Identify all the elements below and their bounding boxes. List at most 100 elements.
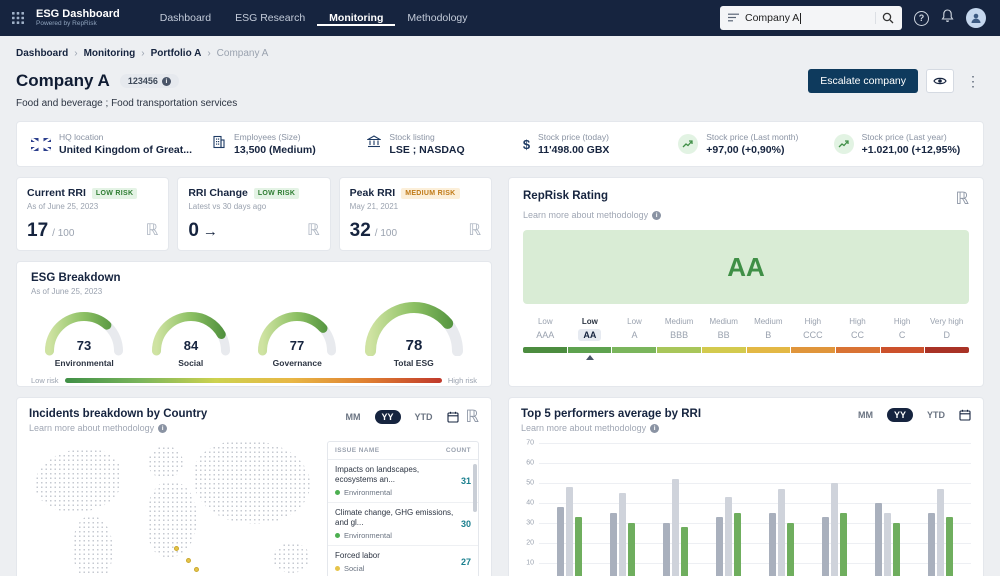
bar-series-1 [557,507,564,576]
top-navigation-bar: ESG Dashboard Powered by RepRisk Dashboa… [0,0,1000,36]
toggle-yy[interactable]: YY [887,408,913,422]
info-icon[interactable]: i [162,77,171,86]
rating-card-title: RepRisk Rating [523,190,608,202]
map-continent-north-america [35,449,122,512]
bar-group [769,489,794,576]
learn-more-link[interactable]: Learn more about methodologyi [29,423,207,433]
rating-scale-col-ccc[interactable]: HighCCC [791,317,836,340]
rating-scale-col-bb[interactable]: MediumBB [701,317,746,340]
kpi-subtitle: Latest vs 30 days ago [188,202,319,211]
rating-scale-col-c[interactable]: HighC [880,317,925,340]
search-icon[interactable] [875,12,894,24]
rating-risk-label: Low [612,317,657,326]
rating-risk-label: Medium [701,317,746,326]
learn-more-link[interactable]: Learn more about methodologyi [523,210,969,220]
toggle-mm[interactable]: MM [339,410,368,424]
kpi-value: 17/ 100 [27,220,158,242]
toggle-mm[interactable]: MM [851,408,880,422]
notifications-bell-icon[interactable] [941,9,954,28]
search-input[interactable]: Company A [720,6,902,30]
nav-item-methodology[interactable]: Methodology [395,10,479,26]
calendar-icon[interactable] [959,409,971,421]
category-dot-icon [335,490,340,495]
rating-bar-segment [568,347,612,353]
bar-group [822,483,847,576]
rating-grade-label: AAA [523,330,568,340]
issue-count: 27 [461,557,471,567]
incidents-table-body: Impacts on landscapes, ecosystems an...E… [328,460,478,576]
y-tick-label: 20 [526,540,534,547]
esg-gauge-environmental: 73Environmental [44,308,124,368]
bar-series-1 [875,503,882,576]
building-icon [212,135,226,154]
bar-groups [539,443,971,576]
issue-name: Impacts on landscapes, ecosystems an... [335,465,457,485]
issue-category: Social [335,564,380,573]
brand-title: ESG Dashboard [36,8,120,20]
reprisk-logo-icon: ℝ [466,408,479,425]
company-id-badge[interactable]: 123456i [120,74,179,88]
incident-marker[interactable] [186,558,191,563]
rating-scale-col-aaa[interactable]: Low AAA [523,317,568,340]
user-avatar[interactable] [966,8,986,28]
kebab-menu-icon[interactable]: ⋮ [962,73,984,90]
rating-scale-col-cc[interactable]: HighCC [835,317,880,340]
issue-count: 30 [461,519,471,529]
rating-risk-label: Medium [746,317,791,326]
scrollbar[interactable] [473,464,477,512]
table-row[interactable]: Climate change, GHG emissions, and gl...… [328,503,478,546]
map-continent-asia [194,441,310,524]
rating-grade-label: A [612,330,657,340]
rating-scale-col-aa[interactable]: LowAA [568,317,613,340]
reprisk-logo-icon: ℝ [146,220,159,240]
bar-series-3 [575,517,582,576]
breadcrumb-monitoring[interactable]: Monitoring [84,48,136,59]
esg-card-title: ESG Breakdown [31,272,477,284]
incident-marker[interactable] [174,546,179,551]
kpi-value: 32/ 100 [350,220,481,242]
calendar-icon[interactable] [447,411,459,423]
rating-risk-label: Low [523,317,568,326]
escalate-company-button[interactable]: Escalate company [808,69,918,93]
learn-more-link[interactable]: Learn more about methodologyi [521,423,701,433]
bar-series-2 [619,493,626,576]
nav-item-esg-research[interactable]: ESG Research [223,10,317,26]
bar-group [610,493,635,576]
map-continent-africa [148,482,197,557]
trend-up-icon [834,134,854,154]
rating-scale-col-bbb[interactable]: MediumBBB [657,317,702,340]
breadcrumb-dashboard[interactable]: Dashboard [16,48,68,59]
nav-item-dashboard[interactable]: Dashboard [148,10,223,26]
dollar-icon: $ [523,137,530,152]
esg-gauge-total-esg: 78Total ESG [364,298,464,368]
toggle-yy[interactable]: YY [375,410,401,424]
incident-marker[interactable] [194,567,199,572]
app-launcher-icon[interactable] [12,12,24,24]
table-row[interactable]: Forced laborSocial27 [328,546,478,576]
bar-series-3 [734,513,741,576]
incidents-card-title: Incidents breakdown by Country [29,408,207,420]
bar-series-3 [840,513,847,576]
kpi-card-row: Current RRILOW RISK As of June 25, 2023 … [16,177,492,251]
rating-scale-col-b[interactable]: MediumB [746,317,791,340]
watch-button[interactable] [926,69,954,93]
brand-subtitle: Powered by RepRisk [36,20,120,27]
nav-item-monitoring[interactable]: Monitoring [317,10,395,26]
breadcrumb-portfolio-a[interactable]: Portfolio A [151,48,202,59]
toggle-ytd[interactable]: YTD [920,408,952,422]
table-row[interactable]: Impacts on landscapes, ecosystems an...E… [328,460,478,503]
world-map[interactable] [29,441,319,576]
toggle-ytd[interactable]: YTD [408,410,440,424]
brand-logo[interactable]: ESG Dashboard Powered by RepRisk [36,8,120,27]
rating-bar-segment [702,347,746,353]
bar-series-2 [566,487,573,576]
rating-scale-col-d[interactable]: Very highD [924,317,969,340]
y-tick-label: 70 [526,440,534,447]
info-icon: i [650,424,659,433]
help-icon[interactable]: ? [914,11,929,26]
category-dot-icon [335,566,340,571]
rating-scale-col-a[interactable]: Low A [612,317,657,340]
uk-flag-icon [31,138,51,151]
bar-series-3 [946,517,953,576]
bar-series-1 [822,517,829,576]
